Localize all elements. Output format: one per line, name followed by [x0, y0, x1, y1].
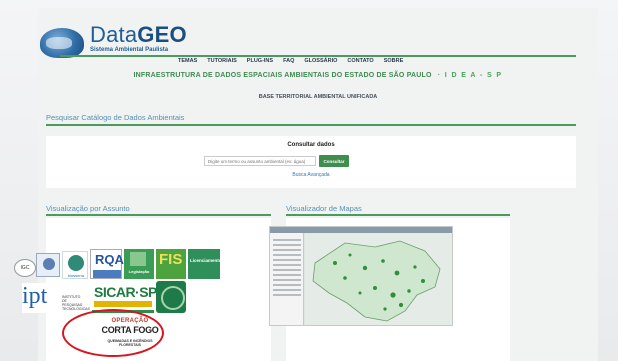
rqa-bar	[93, 270, 121, 278]
ipt-sublabel: INSTITUTO DE PESQUISAS TECNOLÓGICAS	[62, 295, 90, 311]
page-headline: INFRAESTRUTURA DE DADOS ESPACIAIS AMBIEN…	[38, 72, 598, 79]
rqa-logo[interactable]: RQA	[90, 249, 124, 279]
highlight-circle	[62, 309, 164, 357]
advanced-search-link[interactable]: Busca Avançada	[46, 172, 576, 178]
biosserra-logo[interactable]: biosserra	[62, 251, 88, 279]
menu-item-sobre[interactable]: SOBRE	[384, 58, 404, 64]
book-icon	[130, 252, 146, 266]
ds-icon	[43, 258, 55, 270]
biosserra-label: biosserra	[67, 273, 85, 278]
consult-button[interactable]: Consultar	[319, 155, 349, 167]
search-section-label: Pesquisar Catálogo de Dados Ambientais	[46, 113, 185, 122]
igc-logo[interactable]: IGC	[14, 259, 36, 277]
subjects-section-divider	[46, 214, 271, 216]
globe-icon	[40, 28, 84, 58]
search-title: Consultar dados	[287, 142, 335, 148]
ipt-label: ipt	[22, 283, 48, 309]
headline-acronym: · I D E A - S P	[437, 72, 503, 79]
menu-item-temas[interactable]: TEMAS	[178, 58, 197, 64]
menu-item-plugins[interactable]: PLUG-INS	[247, 58, 273, 64]
menu-item-glossario[interactable]: GLOSSÁRIO	[304, 58, 337, 64]
page-subheading: BASE TERRITORIAL AMBIENTAL UNIFICADA	[258, 94, 378, 100]
conservation-units-logo[interactable]	[156, 281, 186, 313]
fis-label: FIS	[159, 251, 183, 268]
search-section-divider	[46, 124, 576, 126]
map-section-divider	[286, 214, 510, 216]
map-section-label: Visualizador de Mapas	[286, 204, 362, 213]
sicar-bar	[94, 301, 152, 307]
subjects-section-label: Visualização por Assunto	[46, 204, 130, 213]
leaf-icon	[68, 255, 84, 271]
fis-logo[interactable]: FIS	[156, 249, 186, 279]
search-panel: Consultar dados Consultar Busca Avançada	[46, 136, 576, 188]
headline-text: INFRAESTRUTURA DE DADOS ESPACIAIS AMBIEN…	[133, 72, 432, 79]
sicar-logo[interactable]: SICAR·SP	[92, 281, 157, 313]
sicar-label: SICAR·SP	[94, 284, 157, 300]
menu-item-contato[interactable]: CONTATO	[347, 58, 373, 64]
legislacao-label: Legislação	[128, 269, 150, 274]
sao-paulo-map	[312, 240, 441, 322]
logo-title: DataGEO	[90, 22, 187, 47]
map-viewer-thumbnail[interactable]	[269, 226, 453, 326]
map-canvas	[305, 233, 452, 325]
ipt-logo[interactable]: ipt INSTITUTO DE PESQUISAS TECNOLÓGICAS	[22, 283, 90, 313]
menu-item-faq[interactable]: FAQ	[283, 58, 294, 64]
header-divider	[60, 55, 576, 57]
rqa-label: RQA	[95, 252, 124, 267]
licenciamento-label: Licenciamento	[190, 258, 222, 263]
licenciamento-logo[interactable]: Licenciamento	[188, 249, 222, 279]
logo-subtitle: Sistema Ambiental Paulista	[90, 47, 169, 53]
menu-item-tutoriais[interactable]: TUTORIAIS	[207, 58, 237, 64]
top-menu: TEMAS TUTORIAIS PLUG-INS FAQ GLOSSÁRIO C…	[178, 58, 403, 64]
map-layer-list	[270, 233, 304, 325]
ds-logo[interactable]	[36, 253, 60, 277]
legislacao-logo[interactable]: Legislação	[124, 249, 154, 279]
search-input[interactable]	[204, 156, 316, 166]
